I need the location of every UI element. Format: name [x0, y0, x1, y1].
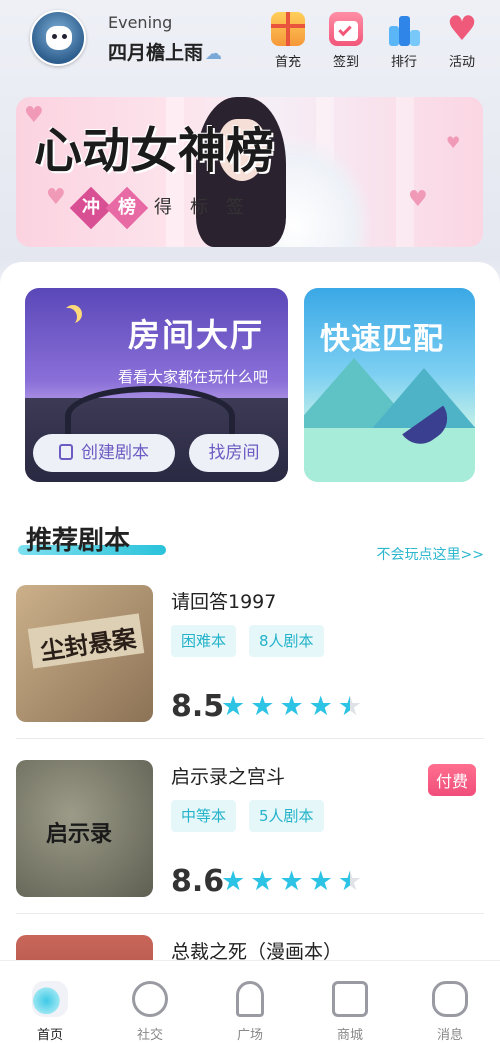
calendar-check-icon: [329, 12, 363, 46]
tab-home[interactable]: 首页: [20, 981, 80, 1043]
events-label: 活动: [448, 55, 475, 70]
star-icon: ★: [279, 866, 304, 897]
checkin-button[interactable]: 签到: [324, 12, 368, 70]
tab-home-label: 首页: [36, 1028, 63, 1043]
players-tag: 5人剧本: [249, 800, 324, 832]
star-icon: ★: [250, 691, 275, 722]
heart-icon: ♥: [446, 9, 478, 49]
players-tag: 8人剧本: [249, 625, 324, 657]
script-item[interactable]: 尘封悬案 请回答1997 困难本 8人剧本 8.5 ★ ★ ★ ★ ★: [16, 585, 484, 737]
script-score: 8.6: [171, 864, 225, 899]
quick-match-card[interactable]: 快速匹配: [304, 288, 475, 482]
header: Evening 四月檐上雨 ☁ 首充 签到 排行 ♥ 活动: [0, 0, 500, 88]
events-button[interactable]: ♥ 活动: [440, 12, 484, 70]
tab-messages[interactable]: 消息: [420, 981, 480, 1043]
tab-shop[interactable]: 商城: [320, 981, 380, 1043]
paid-badge: 付费: [427, 764, 476, 796]
ranking-button[interactable]: 排行: [382, 12, 426, 70]
cat-home-icon: [32, 981, 68, 1017]
avatar-face: [46, 26, 72, 50]
difficulty-tag: 困难本: [171, 625, 237, 657]
script-item[interactable]: 启示录 启示录之宫斗 中等本 5人剧本 付费 8.6 ★ ★ ★ ★ ★: [16, 760, 484, 912]
subtitle-char: 签: [226, 197, 244, 218]
script-name: 启示录之宫斗: [171, 766, 286, 788]
star-icon: ★: [308, 691, 333, 722]
tab-social[interactable]: 社交: [120, 981, 180, 1043]
heart-icon: ♥: [446, 133, 461, 152]
star-icon: ★: [221, 866, 246, 897]
ranking-label: 排行: [390, 55, 417, 70]
moon-icon: [59, 308, 77, 326]
avatar[interactable]: [30, 10, 86, 66]
rating-stars: ★ ★ ★ ★ ★: [221, 868, 362, 896]
rating-stars: ★ ★ ★ ★ ★: [221, 693, 362, 721]
tab-social-label: 社交: [136, 1028, 163, 1043]
lobby-desc: 看看大家都在玩什么吧: [117, 368, 268, 386]
subtitle-char: 榜: [118, 197, 136, 218]
script-score: 8.5: [171, 689, 225, 724]
star-icon: ★: [221, 691, 246, 722]
banner-title: 心动女神榜: [34, 123, 275, 179]
lobby-title: 房间大厅: [127, 316, 264, 354]
podium-icon: [387, 12, 421, 46]
script-cover: 启示录: [16, 760, 153, 897]
tab-square[interactable]: 广场: [220, 981, 280, 1043]
room-lobby-card[interactable]: 房间大厅 看看大家都在玩什么吧 创建剧本 找房间: [25, 288, 288, 482]
greeting-text: Evening: [108, 13, 173, 32]
shop-icon: [332, 981, 368, 1017]
subtitle-char: 冲: [82, 197, 100, 218]
script-icon: [59, 444, 73, 460]
main-panel: 房间大厅 看看大家都在玩什么吧 创建剧本 找房间 快速匹配 推荐剧本 不会玩点这…: [0, 262, 500, 982]
square-icon: [236, 981, 264, 1017]
first-charge-label: 首充: [274, 55, 301, 70]
message-icon: [432, 981, 468, 1017]
divider: [16, 738, 484, 739]
script-name: 请回答1997: [171, 591, 277, 613]
star-icon: ★: [279, 691, 304, 722]
script-cover: 尘封悬案: [16, 585, 153, 722]
star-half-icon: ★: [337, 691, 363, 722]
script-item[interactable]: 总裁之死（漫画本）: [16, 935, 484, 960]
first-charge-button[interactable]: 首充: [266, 12, 310, 70]
planet-icon: [132, 981, 168, 1017]
match-title: 快速匹配: [320, 322, 444, 357]
script-cover: [16, 935, 153, 960]
tab-square-label: 广场: [236, 1028, 263, 1043]
checkin-label: 签到: [332, 55, 359, 70]
section-title: 推荐剧本: [26, 526, 131, 556]
find-room-label: 找房间: [208, 443, 260, 463]
heart-icon: ♥: [46, 185, 66, 210]
script-name: 总裁之死（漫画本）: [171, 941, 343, 960]
find-room-button[interactable]: 找房间: [189, 434, 279, 472]
heart-icon: ♥: [408, 187, 428, 212]
avatar-eye: [52, 34, 57, 39]
create-script-button[interactable]: 创建剧本: [33, 434, 175, 472]
gift-icon: [271, 12, 305, 46]
difficulty-tag: 中等本: [171, 800, 237, 832]
user-name[interactable]: 四月檐上雨 ☁: [108, 38, 222, 65]
banner-subtitle: 冲 榜 得 标 签: [69, 186, 250, 230]
subtitle-char: 得: [154, 197, 172, 218]
star-icon: ★: [250, 866, 275, 897]
avatar-eye: [62, 34, 67, 39]
tab-shop-label: 商城: [336, 1028, 363, 1043]
cloud-rain-icon: ☁: [205, 44, 223, 64]
divider: [16, 913, 484, 914]
tab-messages-label: 消息: [436, 1028, 463, 1043]
create-script-label: 创建剧本: [81, 443, 149, 463]
promo-banner[interactable]: ♥ ♥ ♥ ♥ 心动女神榜 冲 榜 得 标 签: [16, 97, 483, 247]
user-name-label: 四月檐上雨: [108, 42, 204, 64]
bottom-nav: 首页 社交 广场 商城 消息: [0, 960, 500, 1043]
help-link[interactable]: 不会玩点这里>>: [377, 544, 484, 564]
subtitle-char: 标: [190, 197, 208, 218]
star-half-icon: ★: [337, 866, 363, 897]
star-icon: ★: [308, 866, 333, 897]
cover-title: 启示录: [46, 822, 113, 847]
